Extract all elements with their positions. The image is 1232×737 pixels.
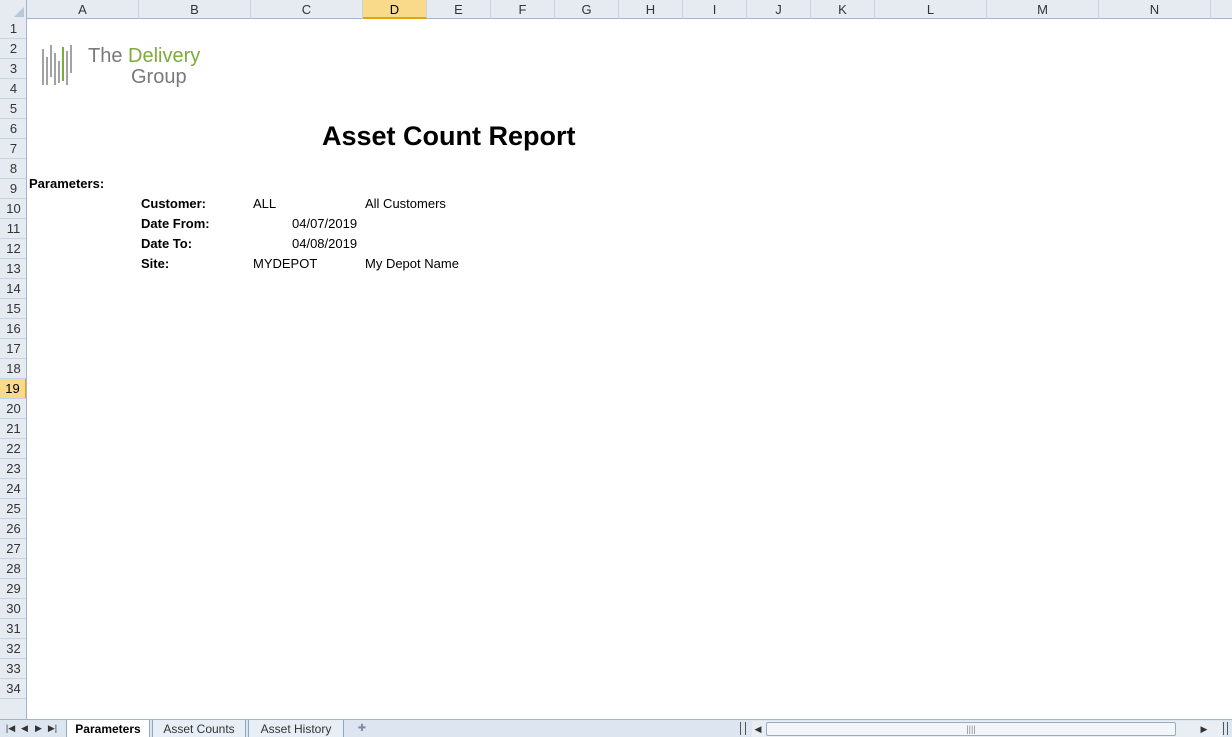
insert-sheet-icon[interactable]: ✚ [350,721,374,737]
vertical-split-handle[interactable] [1223,722,1228,735]
row-header-3[interactable]: 3 [0,59,26,79]
column-header-l[interactable]: L [875,0,987,19]
row-header-25[interactable]: 25 [0,499,26,519]
column-header-g[interactable]: G [555,0,619,19]
row-header-19[interactable]: 19 [0,379,26,399]
row-header-27[interactable]: 27 [0,539,26,559]
customer-name: All Customers [365,196,446,211]
scroll-thumb[interactable]: |||| [766,722,1176,736]
row-header-21[interactable]: 21 [0,419,26,439]
row-header-34[interactable]: 34 [0,679,26,699]
logo-text-line2: Group [131,66,187,88]
row-header-30[interactable]: 30 [0,599,26,619]
scroll-left-icon[interactable]: ◀ [752,721,764,737]
scroll-right-icon[interactable]: ▶ [1198,721,1210,737]
row-header-10[interactable]: 10 [0,199,26,219]
customer-code: ALL [253,196,277,211]
row-header-2[interactable]: 2 [0,39,26,59]
row-header-8[interactable]: 8 [0,159,26,179]
customer-label: Customer: [141,196,207,211]
tab-asset-counts[interactable]: Asset Counts [152,720,246,737]
column-header-a[interactable]: A [27,0,139,19]
row-header-13[interactable]: 13 [0,259,26,279]
row-header-18[interactable]: 18 [0,359,26,379]
site-name: My Depot Name [365,256,459,271]
site-label: Site: [141,256,170,271]
row-header-5[interactable]: 5 [0,99,26,119]
column-header-n[interactable]: N [1099,0,1211,19]
tab-split-handle[interactable] [740,722,746,735]
select-all-triangle-icon [14,7,24,17]
date-from-value: 04/07/2019 [292,216,358,231]
date-to-value: 04/08/2019 [292,236,358,251]
row-header-4[interactable]: 4 [0,79,26,99]
row-header-11[interactable]: 11 [0,219,26,239]
tab-parameters[interactable]: Parameters [66,720,150,737]
row-header-12[interactable]: 12 [0,239,26,259]
date-to-label: Date To: [141,236,193,251]
row-header-26[interactable]: 26 [0,519,26,539]
first-sheet-icon[interactable]: |◀ [4,721,17,736]
column-header-f[interactable]: F [491,0,555,19]
column-header-bar: ABCDEFGHIJKLMN [0,0,1232,19]
column-header-e[interactable]: E [427,0,491,19]
row-header-33[interactable]: 33 [0,659,26,679]
row-header-28[interactable]: 28 [0,559,26,579]
column-header-b[interactable]: B [139,0,251,19]
row-header-15[interactable]: 15 [0,299,26,319]
row-header-17[interactable]: 17 [0,339,26,359]
site-code: MYDEPOT [253,256,318,271]
column-header-h[interactable]: H [619,0,683,19]
horizontal-scrollbar[interactable]: ◀ |||| ▶ [752,721,1222,737]
barcode-logo-icon [42,45,72,85]
column-header-c[interactable]: C [251,0,363,19]
column-header-d[interactable]: D [363,0,427,19]
prev-sheet-icon[interactable]: ◀ [18,721,31,736]
row-header-29[interactable]: 29 [0,579,26,599]
row-header-31[interactable]: 31 [0,619,26,639]
tab-asset-history[interactable]: Asset History [248,720,344,737]
row-header-20[interactable]: 20 [0,399,26,419]
column-header-m[interactable]: M [987,0,1099,19]
last-sheet-icon[interactable]: ▶| [46,721,59,736]
column-header-j[interactable]: J [747,0,811,19]
row-header-1[interactable]: 1 [0,19,26,39]
row-header-7[interactable]: 7 [0,139,26,159]
date-from-label: Date From: [141,216,210,231]
row-header-bar: 1 2 3 4 5 6 7 8 9 10 11 12 13 14 15 16 17 18 19 20 21 22 23 24 2… [0,19,27,719]
row-header-24[interactable]: 24 [0,479,26,499]
select-all-button[interactable] [0,0,27,19]
company-logo: The Delivery Group [41,43,200,89]
row-header-9[interactable]: 9 [0,179,26,199]
logo-text-line1: The Delivery [88,45,201,67]
row-header-16[interactable]: 16 [0,319,26,339]
row-header-23[interactable]: 23 [0,459,26,479]
column-header-i[interactable]: I [683,0,747,19]
report-title: Asset Count Report [322,121,576,151]
next-sheet-icon[interactable]: ▶ [32,721,45,736]
row-header-32[interactable]: 32 [0,639,26,659]
row-header-22[interactable]: 22 [0,439,26,459]
sheet-tab-bar: |◀ ◀ ▶ ▶| Parameters Asset Counts Asset … [0,719,1232,737]
row-header-6[interactable]: 6 [0,119,26,139]
column-header-k[interactable]: K [811,0,875,19]
row-header-14[interactable]: 14 [0,279,26,299]
worksheet-grid[interactable]: The Delivery Group Asset Count Report Pa… [27,19,1232,719]
parameters-label: Parameters: [29,176,105,191]
